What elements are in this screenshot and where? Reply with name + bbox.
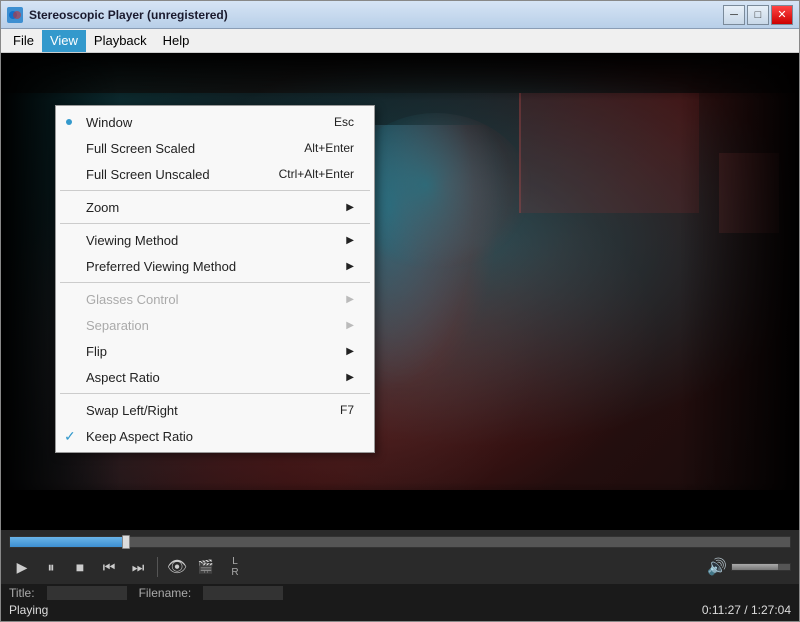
menu-item-swap-left-right[interactable]: Swap Left/Right F7 bbox=[56, 397, 374, 423]
volume-slider[interactable] bbox=[731, 563, 791, 571]
glasses-control-submenu-arrow: ▶ bbox=[346, 294, 354, 305]
aspect-ratio-submenu-arrow: ▶ bbox=[346, 372, 354, 383]
menu-help[interactable]: Help bbox=[155, 30, 198, 52]
menu-item-flip[interactable]: Flip ▶ bbox=[56, 338, 374, 364]
menu-item-zoom[interactable]: Zoom ▶ bbox=[56, 194, 374, 220]
menu-playback[interactable]: Playback bbox=[86, 30, 155, 52]
status-bottom: Playing 0:11:27 / 1:27:04 bbox=[9, 601, 791, 619]
window-title: Stereoscopic Player (unregistered) bbox=[29, 8, 723, 22]
menu-item-preferred-viewing-method[interactable]: Preferred Viewing Method ▶ bbox=[56, 253, 374, 279]
pause-button[interactable]: ⏸ bbox=[38, 554, 64, 580]
preferred-viewing-submenu-arrow: ▶ bbox=[346, 261, 354, 272]
filename-label: Filename: bbox=[139, 586, 192, 600]
menu-item-aspect-ratio[interactable]: Aspect Ratio ▶ bbox=[56, 364, 374, 390]
menu-file[interactable]: File bbox=[5, 30, 42, 52]
controls-separator-1 bbox=[157, 557, 158, 577]
stereo-button[interactable]: 🎬 bbox=[193, 554, 219, 580]
eye-button[interactable]: 👁 bbox=[164, 554, 190, 580]
status-info: Title: Filename: bbox=[9, 586, 791, 600]
status-bar: Title: Filename: Playing 0:11:27 / 1:27:… bbox=[1, 584, 799, 621]
window-bullet-icon bbox=[66, 119, 72, 125]
controls-row: ▶ ⏸ ■ ⏮ ⏭ 👁 🎬 LR 🔊 bbox=[9, 554, 791, 580]
menu-bar: File View Playback Help bbox=[1, 29, 799, 53]
next-button[interactable]: ⏭ bbox=[125, 554, 151, 580]
filename-value bbox=[203, 586, 283, 600]
progress-bar[interactable] bbox=[9, 536, 791, 548]
flip-submenu-arrow: ▶ bbox=[346, 346, 354, 357]
menu-item-fullscreen-scaled[interactable]: Full Screen Scaled Alt+Enter bbox=[56, 135, 374, 161]
volume-icon: 🔊 bbox=[707, 557, 727, 577]
status-time: 0:11:27 / 1:27:04 bbox=[702, 603, 791, 617]
minimize-button[interactable]: ─ bbox=[723, 5, 745, 25]
volume-area: 🔊 bbox=[707, 557, 791, 577]
keep-aspect-ratio-check-icon: ✓ bbox=[64, 428, 76, 445]
title-bar: Stereoscopic Player (unregistered) ─ □ ✕ bbox=[1, 1, 799, 29]
progress-handle[interactable] bbox=[122, 535, 130, 549]
maximize-button[interactable]: □ bbox=[747, 5, 769, 25]
stop-button[interactable]: ■ bbox=[67, 554, 93, 580]
prev-button[interactable]: ⏮ bbox=[96, 554, 122, 580]
menu-item-fullscreen-unscaled[interactable]: Full Screen Unscaled Ctrl+Alt+Enter bbox=[56, 161, 374, 187]
separator-4 bbox=[60, 393, 370, 394]
play-button[interactable]: ▶ bbox=[9, 554, 35, 580]
app-icon bbox=[7, 7, 23, 23]
main-window: Stereoscopic Player (unregistered) ─ □ ✕… bbox=[0, 0, 800, 622]
separator-2 bbox=[60, 223, 370, 224]
menu-item-glasses-control: Glasses Control ▶ bbox=[56, 286, 374, 312]
separator-1 bbox=[60, 190, 370, 191]
status-playing: Playing bbox=[9, 603, 48, 617]
title-value bbox=[47, 586, 127, 600]
menu-item-window[interactable]: Window Esc bbox=[56, 109, 374, 135]
window-controls: ─ □ ✕ bbox=[723, 5, 793, 25]
view-dropdown-menu: Window Esc Full Screen Scaled Alt+Enter … bbox=[55, 105, 375, 453]
controls-area: ▶ ⏸ ■ ⏮ ⏭ 👁 🎬 LR 🔊 bbox=[1, 530, 799, 584]
lr-button[interactable]: LR bbox=[222, 554, 248, 580]
progress-fill bbox=[10, 537, 127, 547]
separator-3 bbox=[60, 282, 370, 283]
menu-view[interactable]: View bbox=[42, 30, 86, 52]
video-area: Window Esc Full Screen Scaled Alt+Enter … bbox=[1, 53, 799, 530]
zoom-submenu-arrow: ▶ bbox=[346, 202, 354, 213]
viewing-method-submenu-arrow: ▶ bbox=[346, 235, 354, 246]
volume-fill bbox=[732, 564, 778, 570]
separation-submenu-arrow: ▶ bbox=[346, 320, 354, 331]
menu-item-keep-aspect-ratio[interactable]: ✓ Keep Aspect Ratio bbox=[56, 423, 374, 449]
menu-item-separation: Separation ▶ bbox=[56, 312, 374, 338]
title-label: Title: bbox=[9, 586, 35, 600]
close-button[interactable]: ✕ bbox=[771, 5, 793, 25]
menu-item-viewing-method[interactable]: Viewing Method ▶ bbox=[56, 227, 374, 253]
